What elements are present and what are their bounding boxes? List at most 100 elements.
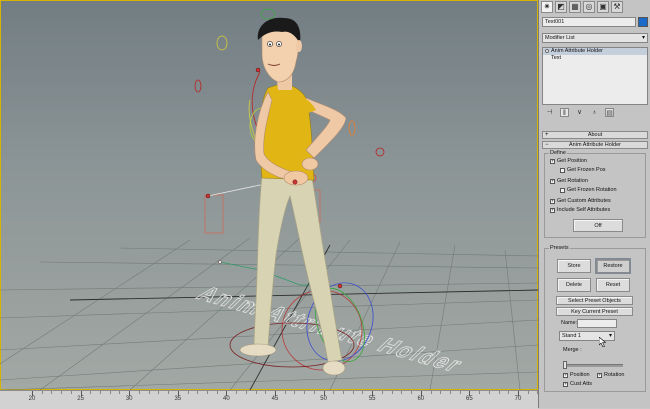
timeline-minor-tick — [362, 391, 364, 394]
timeline-minor-tick — [304, 391, 306, 394]
modifier-stack[interactable]: Anim Attribute Holder Text — [542, 47, 648, 105]
timeline-minor-tick — [430, 391, 432, 394]
preset-selected-value: Stand 1 — [562, 333, 581, 339]
object-name-field[interactable]: Text001 — [542, 17, 636, 27]
timeline-label: 20 — [28, 396, 36, 402]
define-group-title: Define — [549, 150, 567, 157]
timeline-label: 25 — [77, 396, 84, 402]
checkbox-label: Cust Atts — [570, 381, 593, 387]
checkbox-label: Get Custom Attributes — [557, 198, 611, 204]
timeline-minor-tick — [255, 391, 257, 394]
cust-atts-checkbox[interactable]: ✓ Cust Atts — [563, 381, 592, 388]
timeline-minor-tick — [527, 391, 529, 394]
command-panel-tabs: ✷ ◩ ▦ ◎ ▣ ⚒ — [541, 1, 623, 13]
mouse-cursor-icon — [599, 337, 607, 347]
expand-plus-icon: + — [545, 132, 549, 138]
timeline-minor-tick — [119, 391, 121, 394]
timeline-minor-tick — [498, 391, 500, 394]
timeline-minor-tick — [100, 391, 102, 394]
merge-label: Merge : — [563, 347, 582, 353]
motion-tab-icon[interactable]: ◎ — [583, 1, 595, 13]
store-button[interactable]: Store — [557, 259, 591, 273]
timeline-label: 70 — [514, 396, 522, 402]
about-rollout-header[interactable]: + About — [542, 131, 648, 139]
preset-name-field[interactable] — [577, 319, 617, 328]
checkbox-label: Get Frozen Rotation — [567, 187, 617, 193]
lightbulb-icon[interactable] — [545, 49, 549, 53]
timeline-minor-tick — [206, 391, 208, 394]
timeline-minor-tick — [138, 391, 140, 394]
checkbox-box[interactable]: ✓ — [550, 159, 555, 164]
time-ruler[interactable]: 20 25 30 35 40 45 50 55 60 65 70 — [0, 390, 538, 409]
timeline-minor-tick — [391, 391, 393, 394]
reset-button[interactable]: Reset — [596, 278, 630, 292]
timeline-minor-tick — [294, 391, 296, 394]
pin-stack-icon[interactable]: ⊣ — [545, 108, 554, 117]
make-unique-icon[interactable]: ∨ — [575, 108, 584, 117]
define-off-button[interactable]: Off — [573, 219, 623, 232]
get-position-checkbox[interactable]: ✓ Get Position — [550, 158, 587, 165]
merge-slider-thumb[interactable] — [563, 361, 567, 369]
checkbox-box[interactable]: ✓ — [563, 382, 568, 387]
timeline-label: 50 — [320, 396, 327, 402]
checkbox-box[interactable] — [560, 188, 565, 193]
timeline-minor-tick — [381, 391, 383, 394]
position-checkbox[interactable]: ✓ Position — [563, 372, 590, 379]
rotation-checkbox[interactable]: ✓ Rotation — [597, 372, 625, 379]
timeline-minor-tick — [313, 391, 315, 394]
checkbox-box[interactable]: ✓ — [597, 373, 602, 378]
collapse-minus-icon: − — [545, 142, 549, 148]
preset-name-label: Name: — [561, 320, 578, 326]
timeline-minor-tick — [401, 391, 403, 394]
chevron-down-icon: ▾ — [641, 35, 645, 41]
timeline-label: 60 — [417, 396, 425, 402]
timeline-minor-tick — [187, 391, 189, 394]
perspective-viewport[interactable]: Anim Attribute Holder — [0, 0, 538, 390]
get-rotation-checkbox[interactable]: ✓ Get Rotation — [550, 178, 588, 185]
stack-tools: ⊣ ‖ ∨ ♁ ▤ — [545, 108, 614, 117]
checkbox-box[interactable]: ✓ — [550, 199, 555, 204]
checkbox-label: Include Self Attributes — [557, 207, 611, 213]
timeline-label: 55 — [368, 396, 376, 402]
holder-rollout-header[interactable]: − Anim Attribute Holder — [542, 141, 648, 149]
timeline-minor-tick — [284, 391, 286, 394]
timeline-minor-tick — [158, 391, 160, 394]
object-color-swatch[interactable] — [638, 17, 648, 27]
create-tab-icon[interactable]: ✷ — [541, 1, 553, 13]
stack-item-label: Anim Attribute Holder — [551, 48, 603, 54]
checkbox-label: Get Rotation — [557, 178, 588, 184]
merge-slider-track[interactable] — [563, 364, 623, 367]
checkbox-box[interactable] — [560, 168, 565, 173]
delete-button[interactable]: Delete — [557, 278, 591, 292]
show-end-result-icon[interactable]: ‖ — [560, 108, 569, 117]
checkbox-box[interactable]: ✓ — [550, 208, 555, 213]
stack-item[interactable]: Anim Attribute Holder — [543, 48, 647, 55]
get-frozen-pos-checkbox[interactable]: Get Frozen Pos — [560, 167, 606, 174]
checkbox-box[interactable]: ✓ — [563, 373, 568, 378]
viewport-scene: Anim Attribute Holder — [0, 8, 538, 390]
timeline-minor-tick — [61, 391, 63, 394]
utilities-tab-icon[interactable]: ⚒ — [611, 1, 623, 13]
key-current-preset-button[interactable]: Key Current Preset — [556, 307, 633, 316]
configure-modifier-sets-icon[interactable]: ▤ — [605, 108, 614, 117]
checkbox-label: Rotation — [604, 372, 625, 378]
get-frozen-rotation-checkbox[interactable]: Get Frozen Rotation — [560, 187, 617, 194]
hierarchy-tab-icon[interactable]: ▦ — [569, 1, 581, 13]
get-custom-attributes-checkbox[interactable]: ✓ Get Custom Attributes — [550, 198, 611, 205]
stack-item[interactable]: Text — [543, 55, 647, 62]
select-preset-objects-button[interactable]: Select Preset Objects — [556, 296, 633, 305]
display-tab-icon[interactable]: ▣ — [597, 1, 609, 13]
checkbox-box[interactable]: ✓ — [550, 179, 555, 184]
remove-modifier-icon[interactable]: ♁ — [590, 108, 599, 117]
modifier-list-dropdown[interactable]: Modifier List ▾ — [542, 33, 648, 43]
modify-tab-icon[interactable]: ◩ — [555, 1, 567, 13]
checkbox-label: Position — [570, 372, 590, 378]
stack-item-label: Text — [551, 55, 562, 61]
restore-button[interactable]: Restore — [595, 258, 631, 274]
timeline-minor-tick — [459, 391, 461, 394]
modifier-list-label: Modifier List — [545, 35, 575, 41]
timeline-minor-tick — [411, 391, 413, 394]
timeline-minor-tick — [479, 391, 481, 394]
checkbox-label: Get Frozen Pos — [567, 167, 606, 173]
include-self-attributes-checkbox[interactable]: ✓ Include Self Attributes — [550, 207, 610, 214]
